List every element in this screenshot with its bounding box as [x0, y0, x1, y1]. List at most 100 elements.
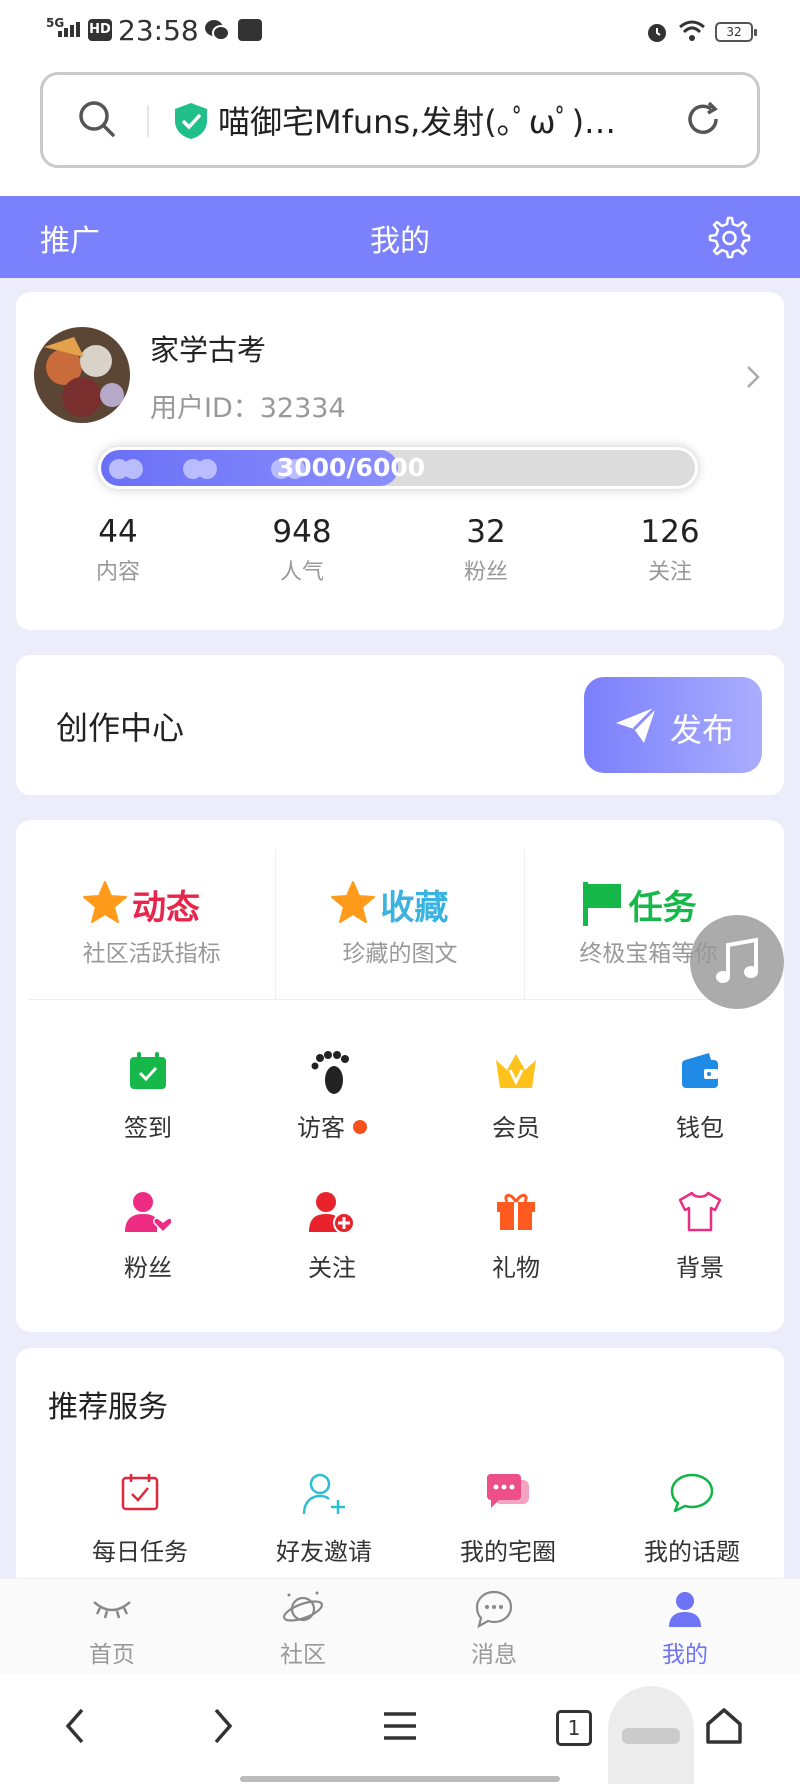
stat-label: 人气 — [279, 560, 324, 585]
security-shield-icon — [173, 101, 209, 145]
footprints-icon — [311, 1051, 349, 1094]
message-icon — [475, 1590, 513, 1629]
speech-bubble-icon — [670, 1473, 714, 1513]
feature-title: 动态 — [132, 888, 200, 928]
grid-item-label: 签到 — [124, 1114, 172, 1142]
status-bar: 5G HD 23:58 32 — [0, 0, 800, 62]
creator-center-card: 创作中心 发布 — [16, 655, 784, 795]
grid-item-visitors[interactable]: 访客 — [240, 1050, 424, 1143]
feature-title: 收藏 — [380, 888, 449, 928]
page-title: 我的 — [370, 224, 430, 259]
publish-label: 发布 — [670, 711, 735, 749]
grid-item-label: 礼物 — [492, 1254, 540, 1282]
wifi-icon — [678, 20, 706, 46]
stat-value: 32 — [466, 514, 506, 550]
avatar[interactable] — [34, 327, 130, 423]
service-my-topics[interactable]: 我的话题 — [600, 1472, 784, 1567]
star-icon — [82, 880, 128, 928]
tab-label: 消息 — [471, 1642, 517, 1668]
tab-community[interactable]: 社区 — [208, 1587, 398, 1669]
menu-icon[interactable] — [380, 1704, 420, 1752]
tabs-button[interactable]: 1 — [556, 1710, 592, 1746]
grid-item-label: 粉丝 — [124, 1254, 172, 1282]
grid-item-background[interactable]: 背景 — [608, 1190, 792, 1283]
url-text: 喵御宅Mfuns,发射(｡ﾟωﾟ)… — [218, 103, 617, 141]
divider — [147, 105, 149, 137]
tab-label: 首页 — [89, 1642, 135, 1668]
feature-activity[interactable]: 动态 社区活跃指标 — [28, 850, 277, 999]
stat-label: 关注 — [647, 560, 692, 585]
tab-label: 我的 — [662, 1642, 708, 1668]
username: 家学古考 — [150, 333, 267, 367]
eye-closed-icon — [93, 1601, 131, 1619]
grid-item-gift[interactable]: 礼物 — [424, 1190, 608, 1283]
stat-label: 内容 — [95, 560, 140, 585]
publish-button[interactable]: 发布 — [584, 677, 762, 773]
home-icon[interactable] — [704, 1704, 744, 1752]
battery-icon: 32 — [715, 22, 757, 42]
grid-item-label: 访客 — [297, 1114, 345, 1142]
calendar-task-icon — [121, 1474, 159, 1511]
stat-content[interactable]: 44 内容 — [26, 514, 210, 586]
music-player-button[interactable] — [690, 915, 784, 1009]
service-invite[interactable]: 好友邀请 — [232, 1472, 416, 1567]
profile-card[interactable]: 家学古考 用户ID：32334 3000/6000 44 内容 948 人气 3… — [16, 292, 784, 630]
back-icon[interactable] — [60, 1704, 90, 1752]
shirt-icon — [678, 1191, 722, 1232]
grid-item-label: 背景 — [676, 1254, 724, 1282]
xp-text: 3000/6000 — [276, 453, 426, 482]
tab-messages[interactable]: 消息 — [399, 1587, 589, 1669]
tab-mine[interactable]: 我的 — [590, 1587, 780, 1669]
paper-plane-icon — [614, 705, 658, 753]
planet-icon — [282, 1591, 324, 1622]
notification-badge — [353, 1120, 367, 1134]
promo-tab[interactable]: 推广 — [40, 216, 100, 260]
grid-item-wallet[interactable]: 钱包 — [608, 1050, 792, 1143]
grid-item-checkin[interactable]: 签到 — [56, 1050, 240, 1143]
fan-user-icon — [125, 1192, 171, 1234]
stat-value: 126 — [640, 514, 700, 550]
app-tab-bar: 首页 社区 消息 我的 — [0, 1578, 800, 1674]
service-daily-task[interactable]: 每日任务 — [48, 1472, 232, 1567]
user-icon — [669, 1592, 701, 1627]
hd-icon: HD — [88, 19, 112, 41]
gear-icon[interactable] — [705, 214, 751, 264]
chevron-right-icon[interactable] — [744, 364, 762, 394]
crown-icon — [496, 1054, 536, 1088]
calendar-check-icon — [130, 1052, 166, 1089]
invite-user-icon — [302, 1473, 345, 1515]
music-note-icon — [716, 937, 758, 983]
creator-center-title: 创作中心 — [56, 709, 185, 747]
stat-following[interactable]: 126 关注 — [578, 514, 762, 586]
reload-icon[interactable] — [683, 99, 723, 143]
grid-item-follow[interactable]: 关注 — [240, 1190, 424, 1283]
tab-label: 社区 — [280, 1642, 326, 1668]
home-indicator[interactable] — [240, 1776, 560, 1782]
stat-fans[interactable]: 32 粉丝 — [394, 514, 578, 586]
feature-row: 动态 社区活跃指标 收藏 珍藏的图文 任务 终极宝箱等你 — [28, 850, 772, 1000]
forward-icon[interactable] — [208, 1704, 238, 1752]
search-icon[interactable] — [77, 99, 117, 143]
top-nav: 推广 我的 — [0, 196, 800, 278]
star-icon — [330, 880, 376, 928]
grid-item-label: 关注 — [308, 1254, 356, 1282]
alarm-icon — [645, 20, 669, 48]
wallet-icon — [682, 1053, 718, 1088]
grid-item-label: 钱包 — [676, 1114, 724, 1142]
profile-stats: 44 内容 948 人气 32 粉丝 126 关注 — [16, 514, 784, 586]
service-my-circle[interactable]: 我的宅圈 — [416, 1472, 600, 1567]
service-label: 我的宅圈 — [460, 1538, 556, 1566]
stat-popularity[interactable]: 948 人气 — [210, 514, 394, 586]
feature-subtitle: 社区活跃指标 — [82, 941, 221, 967]
xp-progress-bar: 3000/6000 — [98, 447, 698, 489]
tab-home[interactable]: 首页 — [17, 1587, 207, 1669]
url-field[interactable]: 喵御宅Mfuns,发射(｡ﾟωﾟ)… — [40, 72, 760, 168]
feature-favorites[interactable]: 收藏 珍藏的图文 — [276, 850, 525, 999]
grid-item-vip[interactable]: 会员 — [424, 1050, 608, 1143]
feature-subtitle: 珍藏的图文 — [342, 941, 458, 967]
follow-user-icon — [309, 1192, 355, 1234]
browser-address-bar: 喵御宅Mfuns,发射(｡ﾟωﾟ)… — [0, 62, 800, 196]
features-card: 动态 社区活跃指标 收藏 珍藏的图文 任务 终极宝箱等你 签到 访客 会员 钱包… — [16, 820, 784, 1332]
feature-title: 任务 — [628, 888, 697, 928]
grid-item-fans[interactable]: 粉丝 — [56, 1190, 240, 1283]
